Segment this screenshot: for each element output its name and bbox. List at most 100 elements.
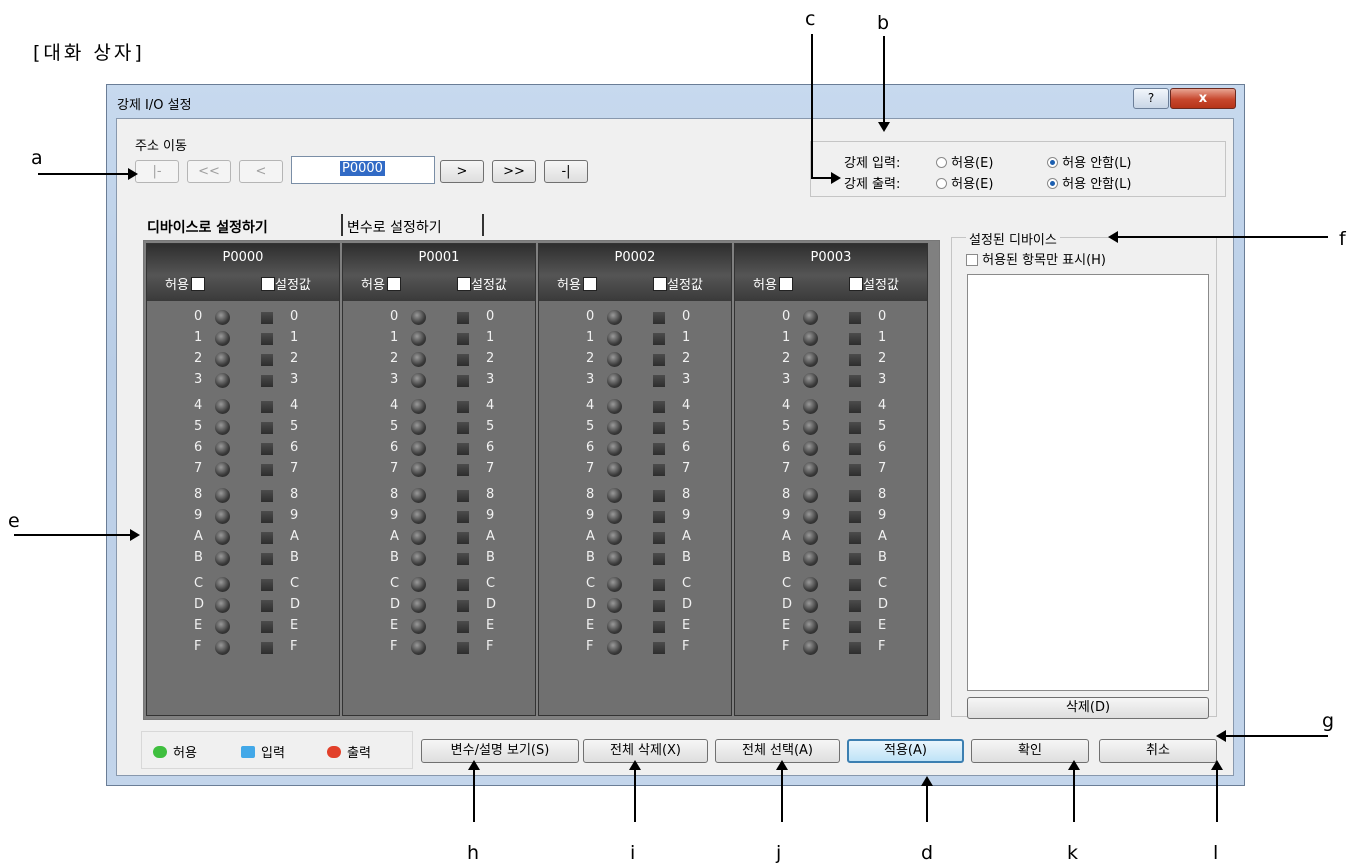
set-value-square-icon[interactable] (849, 621, 861, 633)
prev-address-button[interactable]: < (239, 160, 283, 183)
set-value-square-icon[interactable] (849, 579, 861, 591)
view-vars-button[interactable]: 변수/설명 보기(S) (421, 739, 579, 763)
led-icon[interactable] (803, 331, 818, 346)
led-icon[interactable] (215, 577, 230, 592)
led-icon[interactable] (411, 399, 426, 414)
set-value-square-icon[interactable] (653, 333, 665, 345)
show-allowed-checkbox[interactable]: 허용된 항목만 표시(H) (966, 249, 1106, 268)
set-value-square-icon[interactable] (261, 490, 273, 502)
led-icon[interactable] (215, 530, 230, 545)
set-value-square-icon[interactable] (457, 375, 469, 387)
led-icon[interactable] (607, 509, 622, 524)
set-value-square-icon[interactable] (457, 600, 469, 612)
set-value-square-icon[interactable] (261, 312, 273, 324)
led-icon[interactable] (607, 399, 622, 414)
led-icon[interactable] (215, 462, 230, 477)
led-icon[interactable] (411, 420, 426, 435)
set-value-square-icon[interactable] (261, 354, 273, 366)
set-value-square-icon[interactable] (653, 464, 665, 476)
led-icon[interactable] (803, 577, 818, 592)
set-value-square-icon[interactable] (653, 642, 665, 654)
led-icon[interactable] (411, 598, 426, 613)
force-output-allow[interactable]: 허용(E) (936, 173, 993, 192)
set-value-square-icon[interactable] (653, 354, 665, 366)
led-icon[interactable] (607, 640, 622, 655)
set-value-square-icon[interactable] (457, 464, 469, 476)
set-value-square-icon[interactable] (653, 532, 665, 544)
set-value-checkbox[interactable]: 설정값 (455, 274, 507, 293)
set-value-square-icon[interactable] (457, 312, 469, 324)
set-value-square-icon[interactable] (457, 553, 469, 565)
set-value-checkbox[interactable]: 설정값 (259, 274, 311, 293)
led-icon[interactable] (215, 598, 230, 613)
led-icon[interactable] (607, 530, 622, 545)
set-value-square-icon[interactable] (653, 511, 665, 523)
set-value-square-icon[interactable] (261, 511, 273, 523)
prev-page-button[interactable]: << (187, 160, 231, 183)
set-value-square-icon[interactable] (653, 443, 665, 455)
led-icon[interactable] (215, 619, 230, 634)
cancel-button[interactable]: 취소 (1099, 739, 1217, 763)
set-value-square-icon[interactable] (261, 464, 273, 476)
set-value-square-icon[interactable] (849, 354, 861, 366)
force-output-deny[interactable]: 허용 안함(L) (1047, 173, 1132, 192)
set-value-square-icon[interactable] (653, 312, 665, 324)
address-input[interactable]: P0000 (291, 156, 435, 184)
led-icon[interactable] (607, 619, 622, 634)
set-value-checkbox[interactable]: 설정값 (651, 274, 703, 293)
set-value-checkbox[interactable]: 설정값 (847, 274, 899, 293)
set-value-square-icon[interactable] (653, 621, 665, 633)
tab-device[interactable]: 디바이스로 설정하기 (147, 217, 268, 237)
led-icon[interactable] (803, 352, 818, 367)
set-value-square-icon[interactable] (261, 553, 273, 565)
set-value-square-icon[interactable] (653, 401, 665, 413)
last-address-button[interactable]: -| (544, 160, 588, 183)
led-icon[interactable] (215, 373, 230, 388)
next-address-button[interactable]: > (440, 160, 484, 183)
set-value-square-icon[interactable] (849, 490, 861, 502)
close-icon[interactable]: x (1170, 88, 1236, 109)
set-value-square-icon[interactable] (849, 312, 861, 324)
led-icon[interactable] (803, 551, 818, 566)
led-icon[interactable] (607, 352, 622, 367)
set-value-square-icon[interactable] (849, 553, 861, 565)
led-icon[interactable] (411, 310, 426, 325)
led-icon[interactable] (411, 441, 426, 456)
led-icon[interactable] (215, 331, 230, 346)
set-value-square-icon[interactable] (457, 490, 469, 502)
led-icon[interactable] (803, 598, 818, 613)
led-icon[interactable] (803, 310, 818, 325)
led-icon[interactable] (215, 640, 230, 655)
set-value-square-icon[interactable] (849, 422, 861, 434)
allow-checkbox[interactable]: 허용 (753, 274, 793, 293)
set-devices-list[interactable] (967, 274, 1209, 691)
led-icon[interactable] (215, 441, 230, 456)
led-icon[interactable] (803, 488, 818, 503)
delete-all-button[interactable]: 전체 삭제(X) (583, 739, 708, 763)
set-value-square-icon[interactable] (653, 422, 665, 434)
led-icon[interactable] (607, 331, 622, 346)
led-icon[interactable] (411, 509, 426, 524)
led-icon[interactable] (803, 373, 818, 388)
set-value-square-icon[interactable] (261, 422, 273, 434)
set-value-square-icon[interactable] (457, 443, 469, 455)
led-icon[interactable] (215, 310, 230, 325)
set-value-square-icon[interactable] (261, 642, 273, 654)
led-icon[interactable] (607, 373, 622, 388)
force-input-allow[interactable]: 허용(E) (936, 152, 993, 171)
led-icon[interactable] (803, 441, 818, 456)
set-value-square-icon[interactable] (653, 490, 665, 502)
led-icon[interactable] (411, 373, 426, 388)
led-icon[interactable] (803, 509, 818, 524)
led-icon[interactable] (607, 598, 622, 613)
led-icon[interactable] (607, 420, 622, 435)
led-icon[interactable] (411, 530, 426, 545)
delete-button[interactable]: 삭제(D) (967, 697, 1209, 719)
led-icon[interactable] (607, 441, 622, 456)
led-icon[interactable] (803, 420, 818, 435)
set-value-square-icon[interactable] (849, 333, 861, 345)
set-value-square-icon[interactable] (457, 401, 469, 413)
set-value-square-icon[interactable] (653, 553, 665, 565)
set-value-square-icon[interactable] (261, 532, 273, 544)
allow-checkbox[interactable]: 허용 (557, 274, 597, 293)
